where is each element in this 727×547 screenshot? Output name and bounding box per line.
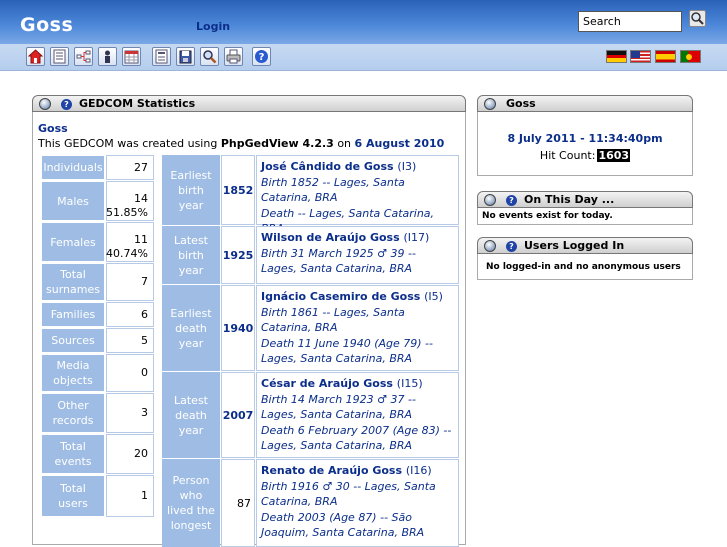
record-detail: Renato de Araújo Goss (I16) Birth 1916 ♂… <box>256 459 459 547</box>
person-icon[interactable] <box>98 47 117 66</box>
main-toolbar: ? <box>0 44 727 71</box>
stat-value[interactable]: 5 <box>106 328 154 353</box>
death-line: Death 2003 (Age 87) -- São Joaquim, Sant… <box>261 510 425 540</box>
magnifier-icon <box>691 12 704 25</box>
home-icon[interactable] <box>26 47 45 66</box>
gedcom-stats-body: Goss This GEDCOM was created using PhpGe… <box>32 112 466 547</box>
stat-label: Sources <box>41 328 105 353</box>
stat-label: Families <box>41 302 105 327</box>
us-flag[interactable] <box>630 50 651 63</box>
german-flag[interactable] <box>606 50 627 63</box>
birth-line: Birth 1861 -- Lages, Santa Catarina, BRA <box>261 305 405 335</box>
stat-label: Total surnames <box>41 263 105 301</box>
login-link[interactable]: Login <box>196 20 230 33</box>
record-detail: José Cândido de Goss (I3) Birth 1852 -- … <box>256 155 459 235</box>
record-label: Latest death year <box>162 372 220 458</box>
site-header: Goss Login <box>0 0 727 44</box>
search-input[interactable] <box>578 11 682 32</box>
users-logged-in-title: Users Logged In <box>524 239 625 252</box>
stat-label: Media objects <box>41 354 105 392</box>
portuguese-flag[interactable] <box>680 50 701 63</box>
person-link[interactable]: Renato de Araújo Goss (I16) <box>261 464 432 477</box>
hit-counter: Hit Count: 1603 <box>539 149 631 162</box>
stat-label: Other records <box>41 393 105 433</box>
record-year: 2007 <box>221 372 255 458</box>
stat-value: 27 <box>106 155 154 180</box>
goss-box-header: Goss <box>477 95 693 112</box>
help-icon[interactable]: ? <box>506 195 517 206</box>
goss-box-body: 8 July 2011 - 11:34:40pm Hit Count: 1603 <box>477 112 693 176</box>
search-icon[interactable] <box>200 47 219 66</box>
report-icon[interactable] <box>152 47 171 66</box>
goss-box-title: Goss <box>506 97 536 110</box>
clipboard-icon[interactable] <box>176 47 195 66</box>
stat-value[interactable]: 1 <box>106 475 154 517</box>
hit-count-value: 1603 <box>597 149 631 162</box>
record-detail: Wilson de Araújo Goss (I17) Birth 31 Mar… <box>256 226 459 284</box>
stat-label: Total events <box>41 434 105 474</box>
on-this-day-message: No events exist for today. <box>482 211 613 221</box>
users-logged-in-header: ? Users Logged In <box>477 237 693 254</box>
person-link[interactable]: César de Araújo Goss (I15) <box>261 377 423 390</box>
stat-value[interactable]: 20 <box>106 434 154 474</box>
gedcom-stats-header: ? GEDCOM Statistics <box>32 95 466 112</box>
record-label: Earliest birth year <box>162 155 220 225</box>
stat-label: Total users <box>41 475 105 517</box>
record-year: 1940 <box>221 285 255 371</box>
collapse-toggle-icon[interactable] <box>39 98 51 110</box>
collapse-toggle-icon[interactable] <box>484 98 496 110</box>
gedcom-stats-title: GEDCOM Statistics <box>79 97 196 110</box>
current-datetime: 8 July 2011 - 11:34:40pm <box>507 132 663 145</box>
created-line: This GEDCOM was created using PhpGedView… <box>38 137 445 150</box>
stat-value[interactable]: 7 <box>106 263 154 301</box>
stat-value: 14 51.85% <box>106 181 154 221</box>
collapse-toggle-icon[interactable] <box>484 240 496 252</box>
person-link[interactable]: Ignácio Casemiro de Goss (I5) <box>261 290 443 303</box>
birth-line: Birth 1852 -- Lages, Santa Catarina, BRA <box>261 175 405 205</box>
svg-text:?: ? <box>259 52 265 63</box>
site-title: Goss <box>20 14 74 36</box>
record-label: Earliest death year <box>162 285 220 371</box>
death-line: Death 11 June 1940 (Age 79) -- Lages, Sa… <box>261 336 433 366</box>
list-icon[interactable] <box>50 47 69 66</box>
software-name: PhpGedView 4.2.3 <box>220 137 334 150</box>
tree-name-link[interactable]: Goss <box>38 122 68 135</box>
record-detail: César de Araújo Goss (I15) Birth 14 Marc… <box>256 372 459 458</box>
help-icon[interactable]: ? <box>252 47 271 66</box>
users-logged-in-message: No logged-in and no anonymous users <box>486 262 681 272</box>
record-year: 1925 <box>221 226 255 284</box>
calendar-icon[interactable] <box>122 47 141 66</box>
birth-line: Birth 1916 ♂ 30 -- Lages, Santa Catarina… <box>261 479 436 509</box>
person-link[interactable]: Wilson de Araújo Goss (I17) <box>261 231 429 244</box>
stat-label: Individuals <box>41 155 105 180</box>
record-year: 87 <box>221 459 255 547</box>
record-year: 1852 <box>221 155 255 225</box>
stat-value[interactable]: 3 <box>106 393 154 433</box>
spanish-flag[interactable] <box>655 50 676 63</box>
person-link[interactable]: José Cândido de Goss (I3) <box>261 160 416 173</box>
print-icon[interactable] <box>224 47 243 66</box>
stat-value[interactable]: 0 <box>106 354 154 392</box>
stat-label: Females <box>41 222 105 262</box>
search-button[interactable] <box>689 10 706 27</box>
on-this-day-title: On This Day ... <box>524 193 615 206</box>
record-detail: Ignácio Casemiro de Goss (I5) Birth 1861… <box>256 285 459 371</box>
help-icon[interactable]: ? <box>61 99 72 110</box>
users-logged-in-body: No logged-in and no anonymous users <box>477 254 693 280</box>
record-label: Person who lived the longest <box>162 459 220 547</box>
birth-line: Birth 14 March 1923 ♂ 37 -- Lages, Santa… <box>261 392 416 422</box>
help-icon[interactable]: ? <box>506 241 517 252</box>
chart-icon[interactable] <box>74 47 93 66</box>
created-date-link[interactable]: 6 August 2010 <box>355 137 445 150</box>
record-label: Latest birth year <box>162 226 220 284</box>
birth-line: Birth 31 March 1925 ♂ 39 -- Lages, Santa… <box>261 246 416 276</box>
stat-value: 11 40.74% <box>106 222 154 262</box>
death-line: Death 6 February 2007 (Age 83) -- Lages,… <box>261 423 452 453</box>
on-this-day-body: No events exist for today. <box>477 208 693 225</box>
stat-value[interactable]: 6 <box>106 302 154 327</box>
on-this-day-header: ? On This Day ... <box>477 191 693 208</box>
collapse-toggle-icon[interactable] <box>484 194 496 206</box>
stat-label: Males <box>41 181 105 221</box>
